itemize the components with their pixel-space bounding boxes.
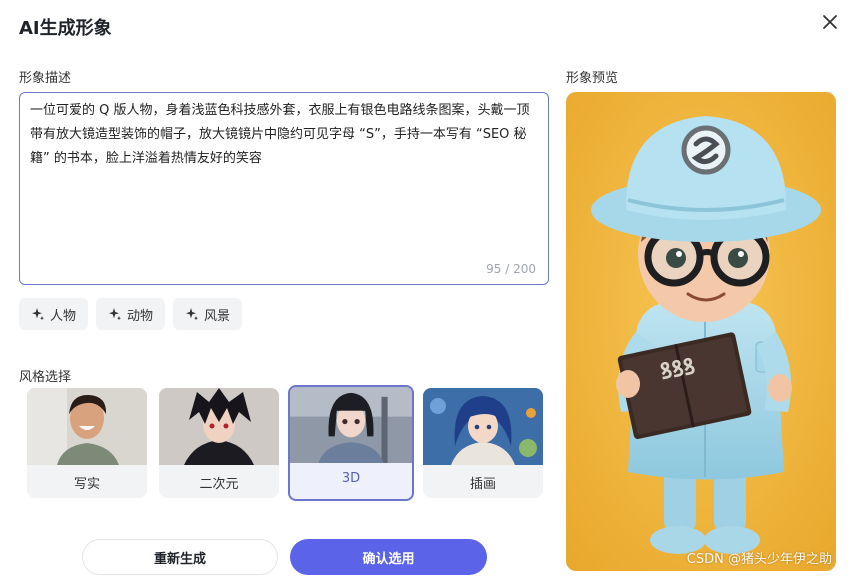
description-box[interactable]: 一位可爱的 Q 版人物，身着浅蓝色科技感外套，衣服上有银色电路线条图案，头戴一顶… <box>19 92 549 285</box>
dialog-title: AI生成形象 <box>19 18 112 39</box>
chip-label: 动物 <box>127 308 154 324</box>
sparkle-icon <box>109 308 122 321</box>
style-option-label: 3D <box>341 471 361 486</box>
style-options: 写实 二次元 3D 插画 <box>27 385 543 501</box>
style-option-3d[interactable]: 3D <box>288 385 414 501</box>
chip-landscape[interactable]: 风景 <box>173 298 243 330</box>
regenerate-button[interactable]: 重新生成 <box>82 539 278 575</box>
preview-label: 形象预览 <box>566 71 619 86</box>
close-icon[interactable] <box>820 12 840 32</box>
style-option-realistic[interactable]: 写实 <box>27 388 147 498</box>
chip-animal[interactable]: 动物 <box>96 298 166 330</box>
prompt-chips: 人物 动物 风景 <box>19 298 243 330</box>
chip-label: 风景 <box>204 308 231 324</box>
char-count: 95 / 200 <box>486 262 536 276</box>
description-input[interactable]: 一位可爱的 Q 版人物，身着浅蓝色科技感外套，衣服上有银色电路线条图案，头戴一顶… <box>30 99 538 249</box>
sparkle-icon <box>32 308 44 321</box>
style-option-anime[interactable]: 二次元 <box>159 388 279 498</box>
style-option-illustration[interactable]: 插画 <box>423 388 543 498</box>
style-option-label: 写实 <box>73 477 100 492</box>
anime-thumbnail <box>159 388 279 465</box>
style-label: 风格选择 <box>19 370 72 385</box>
chip-label: 人物 <box>50 308 77 324</box>
style-option-label: 插画 <box>469 477 496 492</box>
chip-person[interactable]: 人物 <box>19 298 89 330</box>
avatar-preview-image: ꝸꝸꝸ <box>566 92 836 571</box>
sparkle-icon <box>186 308 199 321</box>
avatar-preview: ꝸꝸꝸ CSDN @猪头少年伊之助 <box>566 92 836 571</box>
illustration-thumbnail <box>423 388 543 465</box>
confirm-button[interactable]: 确认选用 <box>290 539 487 575</box>
watermark: CSDN @猪头少年伊之助 <box>686 552 832 567</box>
3d-thumbnail <box>290 387 412 463</box>
description-label: 形象描述 <box>19 71 72 86</box>
realistic-thumbnail <box>27 388 147 465</box>
style-option-label: 二次元 <box>199 477 239 492</box>
